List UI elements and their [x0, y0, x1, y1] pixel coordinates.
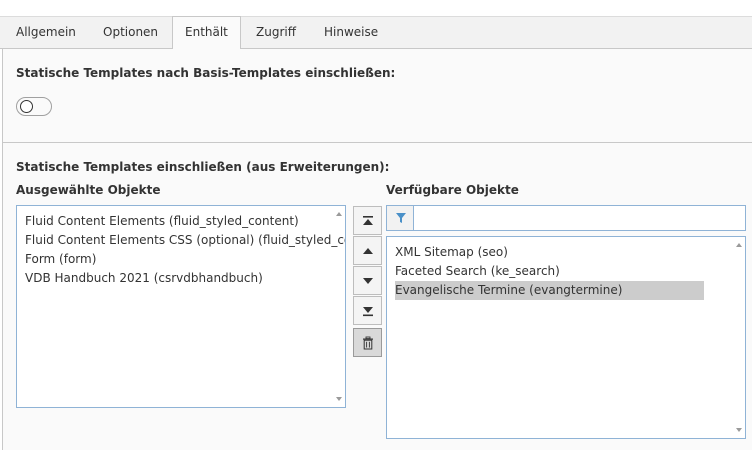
- available-objects-label: Verfügbare Objekte: [386, 183, 519, 197]
- move-up-button[interactable]: [353, 236, 382, 265]
- list-item[interactable]: VDB Handbuch 2021 (csrvdbhandbuch): [25, 269, 263, 288]
- filter-icon-box: [387, 206, 414, 230]
- basis-templates-label: Statische Templates nach Basis-Templates…: [16, 66, 396, 80]
- scroll-down-arrow-icon[interactable]: [736, 428, 742, 432]
- tab-enthaelt[interactable]: Enthält: [172, 16, 241, 50]
- scroll-up-arrow-icon[interactable]: [336, 212, 342, 216]
- list-item[interactable]: Form (form): [25, 250, 96, 269]
- filter-icon: [396, 213, 406, 223]
- list-item[interactable]: Fluid Content Elements (fluid_styled_con…: [25, 212, 299, 231]
- selected-objects-label: Ausgewählte Objekte: [16, 183, 161, 197]
- remove-button[interactable]: [353, 328, 382, 357]
- toggle-knob: [20, 100, 33, 113]
- list-item[interactable]: Fluid Content Elements CSS (optional) (f…: [25, 231, 345, 250]
- tab-bar: Allgemein Optionen Enthält Zugriff Hinwe…: [0, 16, 752, 50]
- move-down-icon: [363, 278, 373, 284]
- tab-optionen[interactable]: Optionen: [90, 16, 171, 49]
- tab-panel: Statische Templates nach Basis-Templates…: [2, 49, 752, 450]
- section-basis-templates: Statische Templates nach Basis-Templates…: [3, 49, 752, 143]
- filter-input[interactable]: [415, 206, 745, 230]
- tab-zugriff[interactable]: Zugriff: [243, 16, 309, 49]
- scroll-down-arrow-icon[interactable]: [336, 397, 342, 401]
- scroll-up-arrow-icon[interactable]: [736, 243, 742, 247]
- extension-templates-label: Statische Templates einschließen (aus Er…: [16, 160, 390, 174]
- trash-icon: [363, 336, 373, 350]
- selected-objects-list[interactable]: Fluid Content Elements (fluid_styled_con…: [16, 205, 346, 408]
- move-down-button[interactable]: [353, 266, 382, 295]
- basis-templates-toggle[interactable]: [16, 97, 52, 116]
- filter-field[interactable]: [386, 205, 746, 231]
- move-to-bottom-icon: [363, 307, 373, 317]
- available-objects-list[interactable]: XML Sitemap (seo) Faceted Search (ke_sea…: [386, 236, 746, 439]
- move-to-bottom-button[interactable]: [353, 296, 382, 325]
- list-item[interactable]: XML Sitemap (seo): [395, 243, 508, 262]
- move-to-top-button[interactable]: [353, 206, 382, 235]
- tab-allgemein[interactable]: Allgemein: [3, 16, 89, 49]
- move-up-icon: [363, 248, 373, 254]
- list-item-selected[interactable]: Evangelische Termine (evangtermine): [395, 281, 704, 300]
- list-item[interactable]: Faceted Search (ke_search): [395, 262, 560, 281]
- tab-hinweise[interactable]: Hinweise: [311, 16, 391, 49]
- move-to-top-icon: [363, 216, 373, 225]
